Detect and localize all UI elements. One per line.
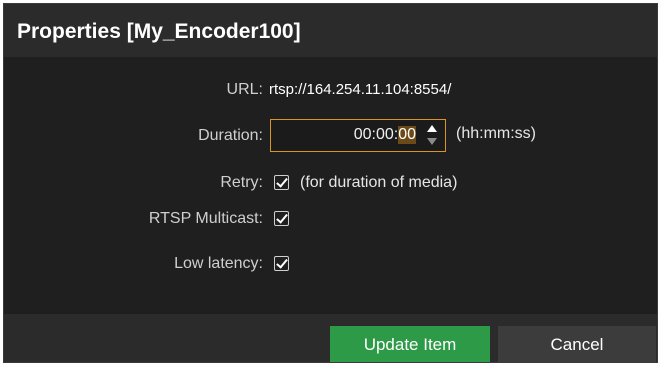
rtsp-multicast-checkbox[interactable] bbox=[274, 211, 289, 226]
low-latency-checkbox[interactable] bbox=[274, 256, 289, 271]
retry-label: Retry: bbox=[220, 174, 263, 191]
duration-format-hint: (hh:mm:ss) bbox=[456, 125, 536, 142]
duration-value[interactable]: 00:00:00 bbox=[354, 126, 416, 144]
retry-hint: (for duration of media) bbox=[300, 174, 458, 191]
properties-dialog: Properties [My_Encoder100] URL: rtsp://1… bbox=[3, 3, 658, 363]
retry-checkbox[interactable] bbox=[274, 175, 289, 190]
duration-row: Duration: 00:00:00 (hh:mm:ss) bbox=[4, 119, 657, 153]
cancel-button[interactable]: Cancel bbox=[498, 326, 656, 362]
spin-down-icon[interactable] bbox=[427, 138, 437, 145]
duration-label: Duration: bbox=[198, 127, 263, 144]
low-latency-row: Low latency: bbox=[4, 252, 657, 278]
properties-form: URL: rtsp://164.254.11.104:8554/ Duratio… bbox=[4, 57, 657, 312]
duration-spinner[interactable] bbox=[425, 123, 441, 148]
update-item-button[interactable]: Update Item bbox=[330, 326, 490, 362]
url-label: URL: bbox=[226, 81, 263, 98]
spin-up-icon[interactable] bbox=[427, 125, 437, 132]
url-row: URL: rtsp://164.254.11.104:8554/ bbox=[4, 78, 657, 104]
dialog-title: Properties [My_Encoder100] bbox=[4, 4, 657, 57]
duration-seconds-selected[interactable]: 00 bbox=[398, 126, 416, 144]
retry-row: Retry: (for duration of media) bbox=[4, 171, 657, 197]
duration-input[interactable]: 00:00:00 bbox=[270, 119, 446, 152]
rtsp-multicast-row: RTSP Multicast: bbox=[4, 207, 657, 233]
low-latency-label: Low latency: bbox=[174, 255, 263, 272]
dialog-footer: Update Item Cancel bbox=[4, 314, 657, 362]
duration-value-prefix: 00:00: bbox=[353, 126, 399, 143]
rtsp-multicast-label: RTSP Multicast: bbox=[148, 210, 263, 227]
url-value: rtsp://164.254.11.104:8554/ bbox=[269, 81, 452, 98]
